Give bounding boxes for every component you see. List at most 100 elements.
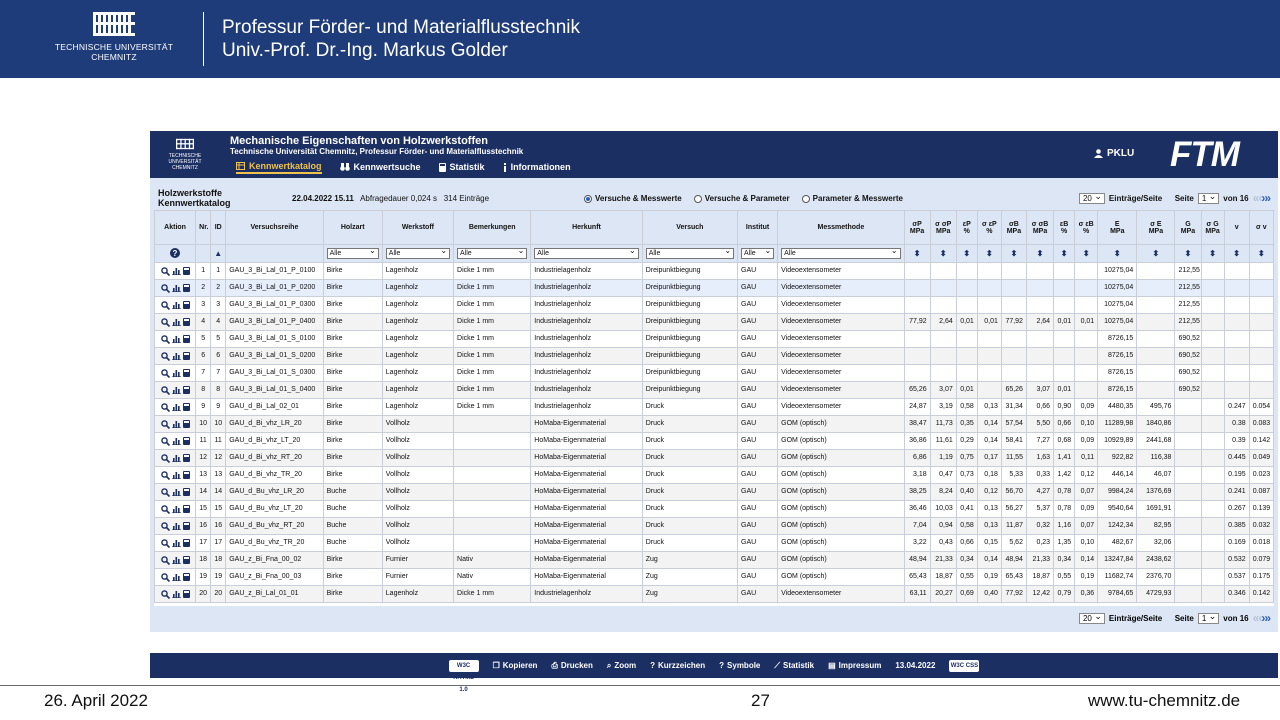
bar-chart-icon[interactable] (171, 505, 181, 513)
last-page-icon[interactable]: » (1264, 611, 1271, 625)
nav-statistik[interactable]: Statistik (438, 160, 485, 174)
bar-chart-icon[interactable] (171, 522, 181, 530)
table-row[interactable]: 2 2 GAU_3_Bi_Lal_01_P_0200 Birke Lagenholz Di… (153, 279, 1275, 297)
table-row[interactable]: 18 18 GAU_z_Bi_Fna_00_02 Birke Furnier Nativ H… (153, 551, 1275, 569)
bar-chart-icon[interactable] (171, 488, 181, 496)
filter-werkstoff[interactable]: Alle (385, 246, 451, 259)
bar-chart-icon[interactable] (171, 284, 181, 292)
bar-chart-icon[interactable] (171, 454, 181, 462)
search-icon[interactable] (160, 453, 170, 463)
search-icon[interactable] (160, 317, 170, 327)
calculator-icon[interactable] (182, 556, 190, 564)
search-icon[interactable] (160, 385, 170, 395)
bar-chart-icon[interactable] (171, 539, 181, 547)
table-row[interactable]: 11 11 GAU_d_Bi_vhz_LT_20 Birke Vollholz HoMab… (153, 432, 1275, 450)
sort-icon[interactable]: ⬍ (1114, 249, 1121, 258)
table-row[interactable]: 17 17 GAU_d_Bu_vhz_TR_20 Buche Vollholz HoMab… (153, 534, 1275, 552)
filter-herkunft[interactable]: Alle (534, 246, 639, 259)
filter-holzart[interactable]: Alle (326, 246, 379, 259)
calculator-icon[interactable] (182, 267, 190, 275)
footer-zoom[interactable]: ⌕ Zoom (607, 661, 636, 671)
filter-bemerkungen[interactable]: Alle (457, 246, 528, 259)
bar-chart-icon[interactable] (171, 471, 181, 479)
calculator-icon[interactable] (182, 352, 190, 360)
bar-chart-icon[interactable] (171, 335, 181, 343)
app-logo[interactable]: TECHNISCHE UNIVERSITÄT CHEMNITZ (156, 138, 214, 171)
bar-chart-icon[interactable] (171, 352, 181, 360)
bar-chart-icon[interactable] (171, 369, 181, 377)
footer-kopieren[interactable]: ❐ Kopieren (493, 661, 538, 670)
search-icon[interactable] (160, 487, 170, 497)
w3c-css-badge[interactable]: W3C CSS (949, 659, 980, 672)
table-row[interactable]: 6 6 GAU_3_Bi_Lal_01_S_0200 Birke Lagenholz Di… (153, 347, 1275, 365)
bar-chart-icon[interactable] (171, 556, 181, 564)
bar-chart-icon[interactable] (171, 420, 181, 428)
calculator-icon[interactable] (182, 403, 190, 411)
search-icon[interactable] (160, 436, 170, 446)
sort-icon[interactable]: ⬍ (1061, 249, 1068, 258)
calculator-icon[interactable] (182, 318, 190, 326)
search-icon[interactable] (160, 283, 170, 293)
search-icon[interactable] (160, 368, 170, 378)
footer-kurzzeichen[interactable]: ? Kurzzeichen (650, 661, 705, 670)
bar-chart-icon[interactable] (171, 437, 181, 445)
per-page-select-bottom[interactable]: 20 (1078, 611, 1105, 624)
sort-icon[interactable]: ⬍ (1209, 249, 1216, 258)
calculator-icon[interactable] (182, 590, 190, 598)
bar-chart-icon[interactable] (171, 590, 181, 598)
calculator-icon[interactable] (182, 522, 190, 530)
search-icon[interactable] (160, 419, 170, 429)
calculator-icon[interactable] (182, 301, 190, 309)
search-icon[interactable] (160, 521, 170, 531)
radio-parameter-messwerte[interactable]: Parameter & Messwerte (801, 194, 903, 203)
bar-chart-icon[interactable] (171, 403, 181, 411)
radio-versuche-parameter[interactable]: Versuche & Parameter (693, 194, 790, 203)
search-icon[interactable] (160, 266, 170, 276)
search-icon[interactable] (160, 334, 170, 344)
nav-kennwertkatalog[interactable]: Kennwertkatalog (236, 160, 322, 174)
search-icon[interactable] (160, 572, 170, 582)
bar-chart-icon[interactable] (171, 267, 181, 275)
filter-institut[interactable]: Alle (741, 246, 775, 259)
search-icon[interactable] (160, 555, 170, 565)
w3c-xhtml-badge[interactable]: W3C XHTML 1.0 (448, 659, 479, 693)
table-row[interactable]: 7 7 GAU_3_Bi_Lal_01_S_0300 Birke Lagenholz Di… (153, 364, 1275, 382)
bar-chart-icon[interactable] (171, 573, 181, 581)
search-icon[interactable] (160, 351, 170, 361)
per-page-select[interactable]: 20 (1078, 191, 1105, 204)
calculator-icon[interactable] (182, 539, 190, 547)
calculator-icon[interactable] (182, 573, 190, 581)
last-page-icon[interactable]: » (1264, 191, 1271, 205)
table-row[interactable]: 9 9 GAU_d_Bi_Lal_02_01 Birke Lagenholz Dicke … (153, 398, 1275, 416)
search-icon[interactable] (160, 470, 170, 480)
sort-icon[interactable]: ⬍ (1153, 249, 1160, 258)
calculator-icon[interactable] (182, 284, 190, 292)
calculator-icon[interactable] (182, 454, 190, 462)
filter-messmethode[interactable]: Alle (781, 246, 901, 259)
sort-icon[interactable]: ⬍ (1233, 249, 1240, 258)
table-row[interactable]: 5 5 GAU_3_Bi_Lal_01_S_0100 Birke Lagenholz Di… (153, 330, 1275, 348)
sort-icon[interactable]: ⬍ (1011, 249, 1018, 258)
nav-informationen[interactable]: Informationen (503, 160, 571, 174)
table-row[interactable]: 4 4 GAU_3_Bi_Lal_01_P_0400 Birke Lagenholz Di… (153, 313, 1275, 331)
table-row[interactable]: 20 20 GAU_z_Bi_Lal_01_01 Birke Lagenholz Dick… (153, 585, 1275, 603)
calculator-icon[interactable] (182, 335, 190, 343)
search-icon[interactable] (160, 538, 170, 548)
search-icon[interactable] (160, 300, 170, 310)
footer-drucken[interactable]: ⎙ Drucken (551, 661, 592, 671)
filter-versuch[interactable]: Alle (645, 246, 735, 259)
table-row[interactable]: 1 1 GAU_3_Bi_Lal_01_P_0100 Birke Lagenholz Di… (153, 262, 1275, 280)
search-icon[interactable] (160, 402, 170, 412)
sort-icon[interactable]: ⬍ (1037, 249, 1044, 258)
radio-versuche-messwerte[interactable]: Versuche & Messwerte (584, 194, 682, 203)
sort-icon[interactable]: ⬍ (940, 249, 947, 258)
sort-icon[interactable]: ⬍ (1083, 249, 1090, 258)
sort-icon[interactable]: ⬍ (1185, 249, 1192, 258)
calculator-icon[interactable] (182, 420, 190, 428)
table-row[interactable]: 16 16 GAU_d_Bu_vhz_RT_20 Buche Vollholz HoMab… (153, 517, 1275, 535)
sort-icon[interactable]: ⬍ (986, 249, 993, 258)
sort-asc-icon[interactable]: ▲ (214, 249, 222, 258)
table-row[interactable]: 19 19 GAU_z_Bi_Fna_00_03 Birke Furnier Nativ H… (153, 568, 1275, 586)
calculator-icon[interactable] (182, 505, 190, 513)
page-select[interactable]: 1 (1197, 191, 1220, 204)
